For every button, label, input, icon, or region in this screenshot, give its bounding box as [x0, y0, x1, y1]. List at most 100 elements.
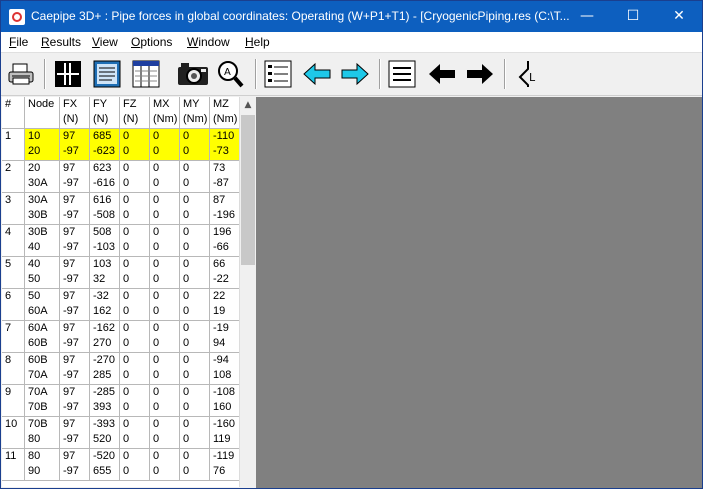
menu-file[interactable]: File	[9, 35, 28, 49]
cell-fx[interactable]: 97 -97	[59, 192, 90, 225]
cell-node[interactable]: 70A 70B	[24, 384, 60, 417]
scroll-up-icon[interactable]: ▲	[240, 97, 256, 113]
cell-fx[interactable]: 97 -97	[59, 160, 90, 193]
cell-fy[interactable]: 685 -623	[89, 128, 120, 161]
cell-fz[interactable]: 00	[119, 320, 150, 353]
table-row[interactable]: 9 70A 70B 97 -97 -285 393 0 0 0 0 0 0 -108 160	[2, 384, 240, 417]
cell-my[interactable]: 00	[179, 160, 210, 193]
cell-mz[interactable]: -19 94	[209, 320, 240, 353]
cell-my[interactable]: 00	[179, 256, 210, 289]
cell-my[interactable]: 00	[179, 224, 210, 257]
table-row[interactable]: 1 10 20 97 -97 685 -623 0 0 0 0 0 0 -110 -73	[2, 128, 240, 161]
cell-fy[interactable]: 616 -508	[89, 192, 120, 225]
cell-mz[interactable]: -160 119	[209, 416, 240, 449]
forward-arrow-icon[interactable]	[340, 59, 370, 89]
cell-mx[interactable]: 00	[149, 128, 180, 161]
cell-my[interactable]: 00	[179, 288, 210, 321]
vertical-scrollbar[interactable]: ▲	[239, 97, 256, 487]
cell-fx[interactable]: 97 -97	[59, 256, 90, 289]
cell-fx[interactable]: 97 -97	[59, 320, 90, 353]
cell-fz[interactable]: 00	[119, 128, 150, 161]
cell-fy[interactable]: -393 520	[89, 416, 120, 449]
grid-view-icon[interactable]	[53, 59, 83, 89]
cell-my[interactable]: 00	[179, 192, 210, 225]
cell-fx[interactable]: 97 -97	[59, 448, 90, 481]
cell-node[interactable]: 60B 70A	[24, 352, 60, 385]
table-row[interactable]: 5 40 50 97 -97 103 32 0 0 0 0 0 0 66 -22	[2, 256, 240, 289]
cell-fx[interactable]: 97 -97	[59, 224, 90, 257]
cell-node[interactable]: 40 50	[24, 256, 60, 289]
table-row[interactable]: 8 60B 70A 97 -97 -270 285 0 0 0 0 0 0 -94 108	[2, 352, 240, 385]
cell-fx[interactable]: 97 -97	[59, 128, 90, 161]
cell-my[interactable]: 00	[179, 384, 210, 417]
cell-fy[interactable]: -162 270	[89, 320, 120, 353]
cell-fx[interactable]: 97 -97	[59, 352, 90, 385]
cell-fy[interactable]: 623 -616	[89, 160, 120, 193]
cell-fx[interactable]: 97 -97	[59, 288, 90, 321]
cell-node[interactable]: 20 30A	[24, 160, 60, 193]
cell-mz[interactable]: 22 19	[209, 288, 240, 321]
cell-fz[interactable]: 00	[119, 224, 150, 257]
cell-fz[interactable]: 00	[119, 288, 150, 321]
table-row[interactable]: 4 30B 40 97 -97 508 -103 0 0 0 0 0 0 196 -66	[2, 224, 240, 257]
cell-fy[interactable]: -285 393	[89, 384, 120, 417]
forces-table-panel[interactable]: # Node FX (N) FY (N) FZ (N) MX (Nm) MY (Nm) MZ (Nm) 1…	[2, 97, 255, 487]
table-row[interactable]: 10 70B 80 97 -97 -393 520 0 0 0 0 0 0 -160 119	[2, 416, 240, 449]
zoom-icon[interactable]: A	[215, 59, 245, 89]
cell-node[interactable]: 10 20	[24, 128, 60, 161]
title-bar[interactable]: Caepipe 3D+ : Pipe forces in global coor…	[1, 1, 702, 32]
cell-my[interactable]: 00	[179, 416, 210, 449]
cell-mz[interactable]: -94 108	[209, 352, 240, 385]
cell-fz[interactable]: 00	[119, 160, 150, 193]
cell-node[interactable]: 30A 30B	[24, 192, 60, 225]
cell-mx[interactable]: 00	[149, 256, 180, 289]
text-view-icon[interactable]	[92, 59, 122, 89]
print-icon[interactable]	[6, 59, 36, 89]
back-arrow-icon[interactable]	[302, 59, 332, 89]
cell-mx[interactable]: 00	[149, 416, 180, 449]
scroll-thumb[interactable]	[241, 115, 255, 265]
maximize-button[interactable]: ☐	[610, 1, 656, 32]
cell-mx[interactable]: 00	[149, 224, 180, 257]
cell-my[interactable]: 00	[179, 352, 210, 385]
menu-options[interactable]: Options	[131, 35, 172, 49]
table-row[interactable]: 7 60A 60B 97 -97 -162 270 0 0 0 0 0 0 -19 94	[2, 320, 240, 353]
table-row[interactable]: 2 20 30A 97 -97 623 -616 0 0 0 0 0 0 73 -87	[2, 160, 240, 193]
minimize-button[interactable]: —	[564, 1, 610, 32]
menu-window[interactable]: Window	[187, 35, 230, 49]
table-row[interactable]: 6 50 60A 97 -97 -32 162 0 0 0 0 0 0 22 19	[2, 288, 240, 321]
cell-mx[interactable]: 00	[149, 384, 180, 417]
table-view-icon[interactable]	[131, 59, 161, 89]
cell-fx[interactable]: 97 -97	[59, 384, 90, 417]
cell-mx[interactable]: 00	[149, 192, 180, 225]
cell-mx[interactable]: 00	[149, 352, 180, 385]
cell-my[interactable]: 00	[179, 128, 210, 161]
cell-fz[interactable]: 00	[119, 416, 150, 449]
menu-results[interactable]: Results	[41, 35, 81, 49]
cell-fz[interactable]: 00	[119, 352, 150, 385]
lines-icon[interactable]	[387, 59, 417, 89]
cell-fz[interactable]: 00	[119, 448, 150, 481]
cell-mx[interactable]: 00	[149, 448, 180, 481]
cell-mz[interactable]: -119 76	[209, 448, 240, 481]
cell-mz[interactable]: -110 -73	[209, 128, 240, 161]
cell-mz[interactable]: -108 160	[209, 384, 240, 417]
cell-node[interactable]: 50 60A	[24, 288, 60, 321]
cell-mz[interactable]: 66 -22	[209, 256, 240, 289]
list-icon[interactable]	[263, 59, 293, 89]
cell-node[interactable]: 30B 40	[24, 224, 60, 257]
cell-my[interactable]: 00	[179, 320, 210, 353]
menu-help[interactable]: Help	[245, 35, 270, 49]
cell-mx[interactable]: 00	[149, 288, 180, 321]
cell-node[interactable]: 60A 60B	[24, 320, 60, 353]
cell-fy[interactable]: -270 285	[89, 352, 120, 385]
cell-mz[interactable]: 87 -196	[209, 192, 240, 225]
cell-node[interactable]: 70B 80	[24, 416, 60, 449]
right-arrow-icon[interactable]	[465, 59, 495, 89]
cell-fy[interactable]: 508 -103	[89, 224, 120, 257]
table-row[interactable]: 11 80 90 97 -97 -520 655 0 0 0 0 0 0 -119 76	[2, 448, 240, 481]
cell-fy[interactable]: 103 32	[89, 256, 120, 289]
cell-fx[interactable]: 97 -97	[59, 416, 90, 449]
menu-view[interactable]: View	[92, 35, 118, 49]
axis-icon[interactable]: L	[512, 59, 542, 89]
